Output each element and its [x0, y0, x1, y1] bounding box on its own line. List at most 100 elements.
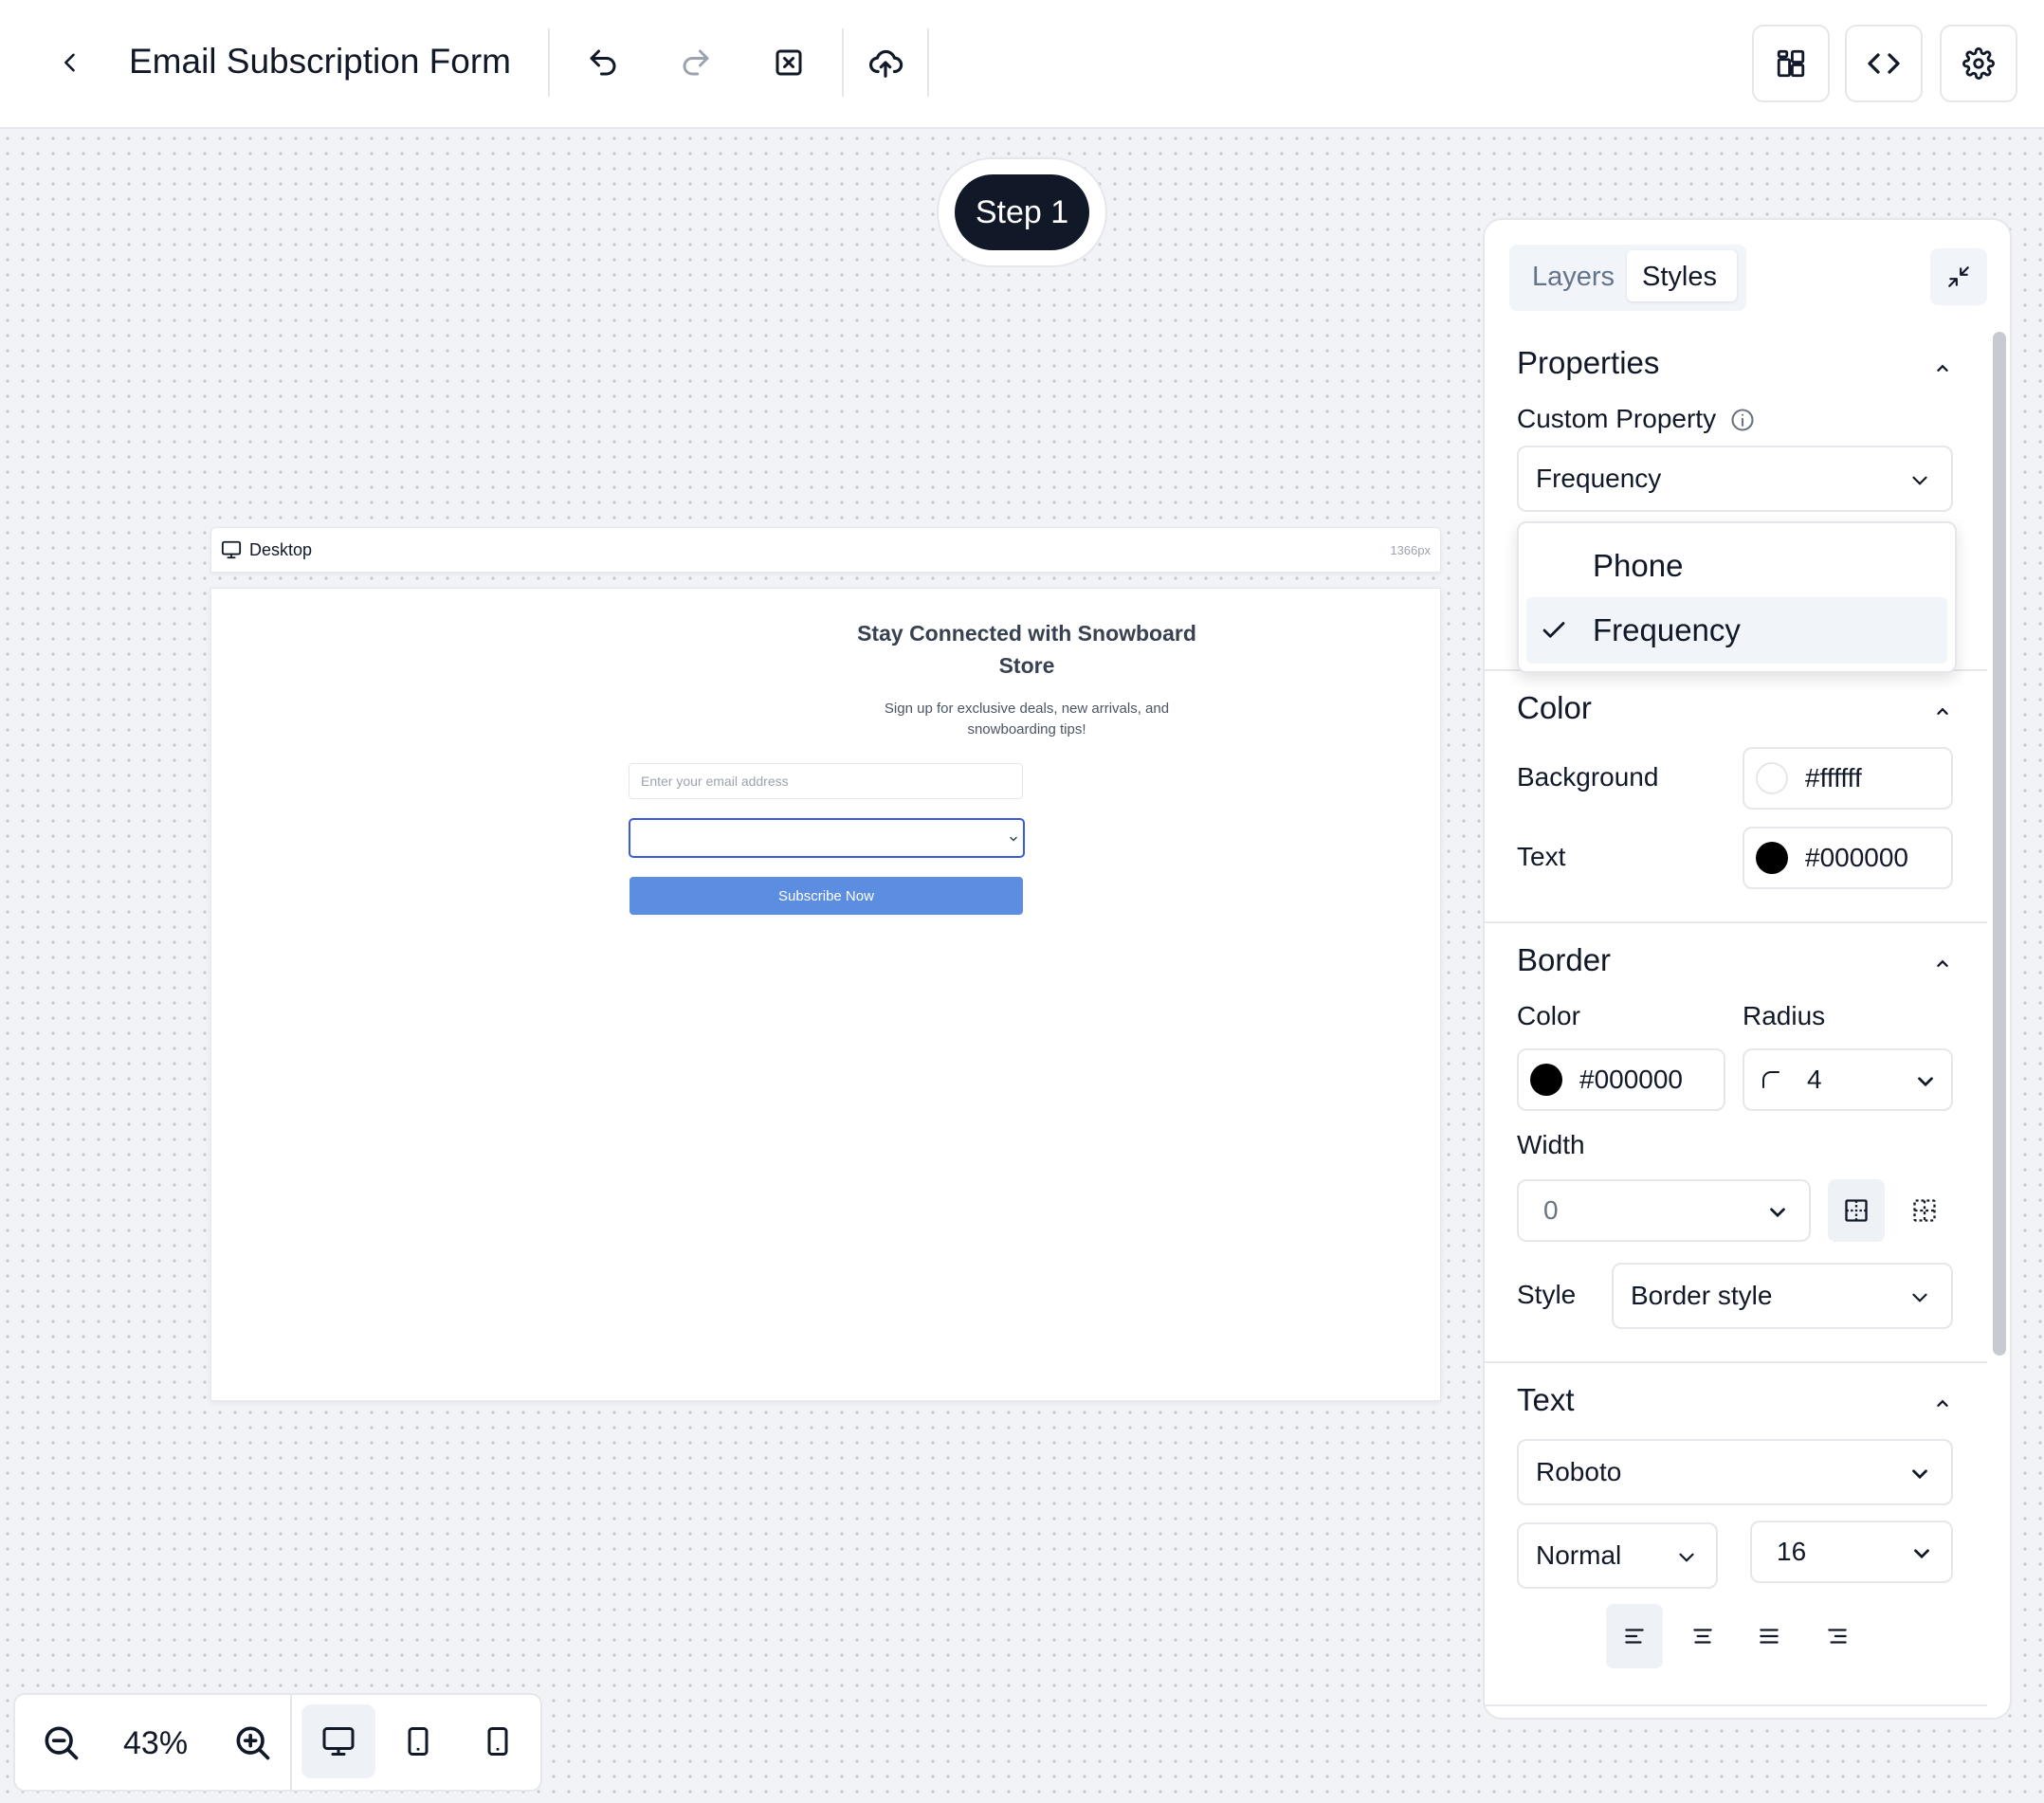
settings-button[interactable]	[1940, 25, 2017, 102]
border-radius-value: 4	[1807, 1065, 1822, 1094]
tab-styles[interactable]: Styles	[1627, 250, 1737, 301]
chevron-down-icon	[1912, 1469, 1927, 1480]
border-color-input[interactable]: #000000	[1517, 1048, 1725, 1111]
chevron-down-icon	[1010, 836, 1017, 842]
text-color-input[interactable]: #000000	[1743, 827, 1953, 889]
border-individual-sides-button[interactable]	[1896, 1179, 1953, 1242]
panel-tabs: Layers Styles	[1509, 245, 1746, 311]
subscribe-button[interactable]: Subscribe Now	[630, 877, 1023, 915]
tab-layers[interactable]: Layers	[1532, 262, 1615, 293]
align-center-icon	[1693, 1629, 1712, 1644]
chevron-down-icon	[1914, 1549, 1929, 1559]
chevron-down-icon	[1912, 1293, 1927, 1302]
check-icon	[1542, 622, 1565, 638]
background-color-input[interactable]: #ffffff	[1743, 747, 1953, 810]
text-color-value: #000000	[1805, 843, 1909, 872]
align-right-button[interactable]	[1809, 1604, 1866, 1668]
section-divider	[1485, 1361, 1987, 1363]
collapse-panel-button[interactable]	[1930, 248, 1987, 305]
font-weight-value: Normal	[1536, 1540, 1622, 1570]
code-icon	[1868, 53, 1900, 74]
form-title[interactable]: Stay Connected with Snowboard Store	[837, 617, 1216, 682]
section-divider	[1485, 921, 1987, 923]
desktop-frame[interactable]: Stay Connected with Snowboard Store Sign…	[210, 588, 1441, 1401]
font-weight-select[interactable]: Normal	[1517, 1522, 1718, 1589]
style-panel: Layers Styles Properties Custom Property…	[1483, 218, 2012, 1720]
font-family-select[interactable]: Roboto	[1517, 1439, 1953, 1505]
divider	[548, 28, 550, 97]
border-color-swatch[interactable]	[1530, 1064, 1562, 1096]
undo-icon[interactable]	[575, 34, 631, 91]
border-style-value: Border style	[1631, 1281, 1773, 1310]
monitor-icon	[221, 539, 242, 560]
properties-heading: Properties	[1517, 345, 1660, 380]
border-radius-select[interactable]: 4	[1743, 1048, 1953, 1111]
page-title: Email Subscription Form	[129, 42, 512, 81]
email-field[interactable]: Enter your email address	[629, 763, 1023, 799]
border-color-value: #000000	[1579, 1065, 1684, 1094]
chevron-down-icon	[1918, 1077, 1933, 1087]
border-all-icon	[1845, 1199, 1868, 1222]
custom-property-label: Custom Property	[1517, 404, 1717, 433]
border-width-value: 0	[1543, 1195, 1559, 1225]
background-value: #ffffff	[1805, 763, 1862, 792]
align-right-icon	[1828, 1629, 1847, 1644]
zoom-out-icon[interactable]	[40, 1721, 82, 1763]
dropdown-option-frequency[interactable]: Frequency	[1526, 597, 1947, 664]
font-size-value: 16	[1777, 1537, 1807, 1566]
border-style-select[interactable]: Border style	[1612, 1263, 1953, 1329]
custom-property-select[interactable]: Frequency	[1517, 446, 1953, 512]
frequency-select[interactable]	[629, 818, 1025, 858]
border-all-sides-button[interactable]	[1828, 1179, 1885, 1242]
frame-device-label: Desktop	[249, 540, 313, 559]
zoom-divider	[290, 1695, 292, 1790]
border-radius-label: Radius	[1743, 1001, 1826, 1030]
chevron-down-icon	[1770, 1208, 1785, 1218]
chevron-up-icon[interactable]	[1932, 701, 1953, 722]
border-width-label: Width	[1517, 1130, 1585, 1159]
chevron-up-icon[interactable]	[1932, 1393, 1953, 1414]
chevron-down-icon	[1912, 476, 1927, 485]
section-divider	[1485, 1704, 1987, 1706]
font-size-select[interactable]: 16	[1750, 1521, 1953, 1583]
step-button[interactable]: Step 1	[955, 174, 1089, 250]
back-icon[interactable]	[42, 34, 99, 91]
panel-scrollbar[interactable]	[1993, 332, 2006, 1356]
clear-canvas-icon[interactable]	[760, 34, 817, 91]
redo-icon[interactable]	[667, 34, 724, 91]
templates-button[interactable]	[1752, 25, 1830, 102]
code-view-button[interactable]	[1845, 25, 1923, 102]
text-color-label: Text	[1517, 842, 1566, 871]
divider	[927, 28, 929, 97]
align-center-button[interactable]	[1674, 1604, 1731, 1668]
border-sides-icon	[1913, 1199, 1936, 1222]
chevron-up-icon[interactable]	[1932, 954, 1953, 974]
text-color-swatch[interactable]	[1756, 842, 1788, 874]
align-left-icon	[1625, 1629, 1644, 1644]
form-subtitle[interactable]: Sign up for exclusive deals, new arrival…	[856, 699, 1197, 740]
phone-icon	[487, 1727, 508, 1756]
custom-property-value: Frequency	[1536, 464, 1662, 493]
custom-property-dropdown: Phone Frequency	[1517, 521, 1957, 673]
minimize-icon	[1948, 266, 1969, 287]
background-swatch[interactable]	[1756, 762, 1788, 794]
dropdown-option-phone[interactable]: Phone	[1526, 533, 1947, 593]
divider	[842, 28, 844, 97]
mobile-view-button[interactable]	[461, 1704, 535, 1778]
zoom-level: 43%	[123, 1725, 189, 1761]
border-width-select[interactable]: 0	[1517, 1179, 1811, 1242]
cloud-upload-icon[interactable]	[857, 34, 914, 91]
info-icon	[1731, 409, 1754, 431]
align-justify-icon	[1760, 1629, 1779, 1644]
chevron-up-icon[interactable]	[1932, 358, 1953, 379]
layout-grid-icon	[1777, 49, 1805, 78]
zoom-toolbar: 43%	[13, 1693, 542, 1792]
align-justify-button[interactable]	[1741, 1604, 1798, 1668]
align-left-button[interactable]	[1606, 1604, 1663, 1668]
frame-width-label: 1366px	[1390, 543, 1431, 557]
step-indicator: Step 1	[937, 157, 1107, 267]
desktop-view-button[interactable]	[301, 1704, 375, 1778]
tablet-view-button[interactable]	[381, 1704, 455, 1778]
zoom-in-icon[interactable]	[231, 1721, 273, 1763]
gear-icon	[1962, 47, 1995, 80]
